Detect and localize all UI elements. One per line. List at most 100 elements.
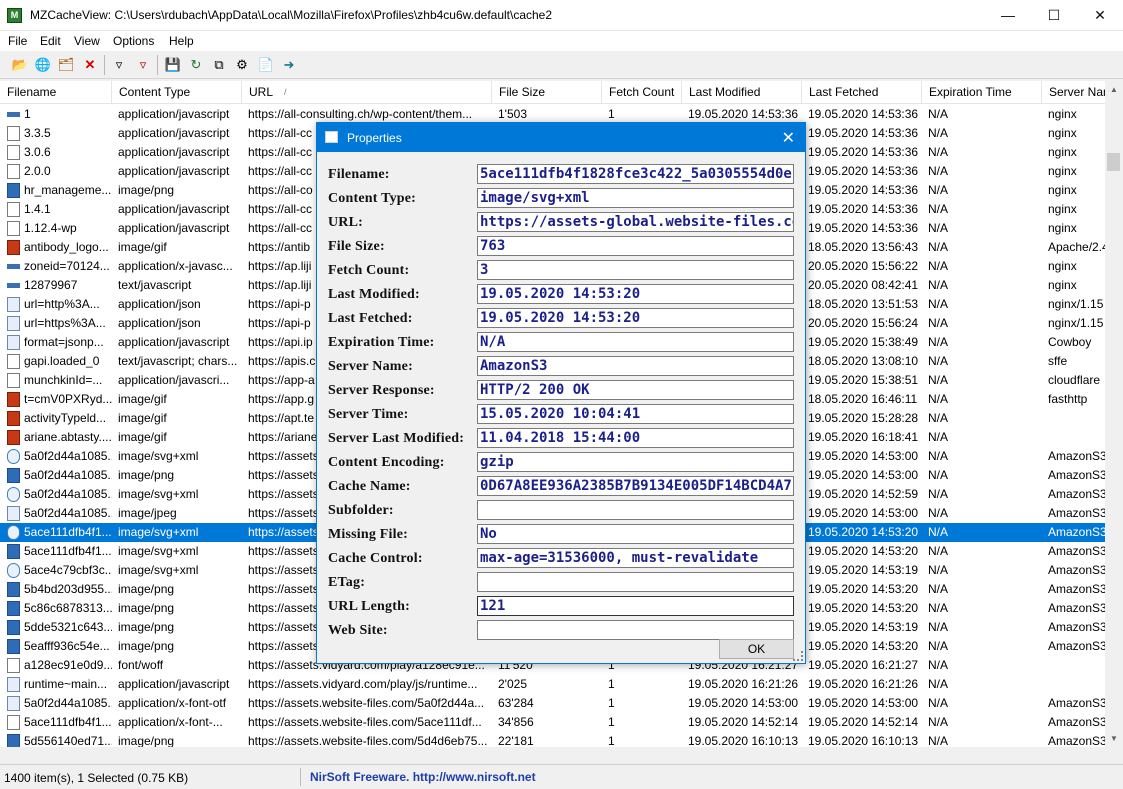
table-row[interactable]: 5d556140ed71... image/png https://assets.w…: [0, 732, 1105, 747]
property-value-field[interactable]: 11.04.2018 15:44:00: [477, 428, 794, 448]
refresh-icon[interactable]: ↻: [187, 56, 205, 74]
header-expiration-time[interactable]: Expiration Time: [922, 81, 1042, 104]
ok-button[interactable]: OK: [719, 639, 794, 659]
file-type-icon: [7, 715, 20, 730]
filter-remove-icon[interactable]: ▿: [134, 56, 152, 74]
copy-icon[interactable]: ⧉: [210, 56, 228, 74]
table-cell: 22'181: [498, 734, 534, 747]
property-value-field[interactable]: [477, 620, 794, 640]
header-last-fetched[interactable]: Last Fetched: [802, 81, 922, 104]
property-value-field[interactable]: image/svg+xml: [477, 188, 794, 208]
header-file-size[interactable]: File Size: [492, 81, 602, 104]
property-value-field[interactable]: gzip: [477, 452, 794, 472]
menu-help[interactable]: Help: [169, 34, 194, 48]
menu-file[interactable]: File: [8, 34, 27, 48]
property-value-field[interactable]: 19.05.2020 14:53:20: [477, 308, 794, 328]
folder-refresh-icon[interactable]: 🗂: [57, 56, 75, 74]
vertical-scrollbar[interactable]: ▲ ▼: [1105, 81, 1123, 747]
table-cell: application/javascript: [118, 164, 230, 178]
table-cell: AmazonS3: [1048, 601, 1105, 615]
table-cell: nginx: [1048, 126, 1077, 140]
scroll-up-icon[interactable]: ▲: [1105, 81, 1123, 98]
property-value-field[interactable]: [477, 572, 794, 592]
globe-icon[interactable]: 🌐: [34, 56, 52, 74]
scrollbar-thumb[interactable]: [1107, 153, 1120, 171]
menu-edit[interactable]: Edit: [40, 34, 61, 48]
table-cell: N/A: [928, 278, 949, 292]
property-label: Cache Name:: [328, 479, 411, 494]
property-label: Subfolder:: [328, 503, 394, 518]
table-cell: a128ec91e0d9...: [24, 658, 112, 672]
header-url[interactable]: URL /: [242, 81, 492, 104]
property-label: Cache Control:: [328, 551, 423, 566]
table-cell: 19.05.2020 14:53:00: [808, 506, 919, 520]
menu-view[interactable]: View: [74, 34, 100, 48]
table-cell: 18.05.2020 13:08:10: [808, 354, 919, 368]
table-cell: AmazonS3: [1048, 487, 1105, 501]
property-value-field[interactable]: 763: [477, 236, 794, 256]
property-value-field[interactable]: 3: [477, 260, 794, 280]
table-cell: nginx/1.15: [1048, 316, 1104, 330]
file-type-icon: [7, 582, 20, 597]
table-cell: N/A: [928, 601, 949, 615]
property-value-field[interactable]: 5ace111dfb4f1828fce3c422_5a0305554d0ef80…: [477, 164, 794, 184]
close-button[interactable]: ✕: [1077, 0, 1123, 31]
table-cell: image/gif: [118, 392, 167, 406]
table-cell: 2'025: [498, 677, 527, 691]
table-cell: N/A: [928, 449, 949, 463]
property-value-field[interactable]: max-age=31536000, must-revalidate: [477, 548, 794, 568]
table-cell: ariane.abtasty....: [24, 430, 112, 444]
horizontal-scrollbar[interactable]: [0, 747, 1105, 764]
property-value-field[interactable]: No: [477, 524, 794, 544]
table-cell: 5ace111dfb4f1...: [24, 544, 112, 558]
property-value-field[interactable]: HTTP/2 200 OK: [477, 380, 794, 400]
dialog-close-icon[interactable]: ✕: [782, 128, 795, 148]
table-cell: 1.12.4-wp: [24, 221, 77, 235]
property-value-field[interactable]: https://assets-global.website-files.com/…: [477, 212, 794, 232]
file-type-icon: [7, 283, 20, 288]
property-row: Last Fetched: 19.05.2020 14:53:20: [328, 308, 798, 328]
header-content-type[interactable]: Content Type: [112, 81, 242, 104]
header-fetch-count[interactable]: Fetch Count: [602, 81, 682, 104]
property-row: Server Name: AmazonS3: [328, 356, 798, 376]
properties-icon[interactable]: ⚙: [233, 56, 251, 74]
header-server-name[interactable]: Server Nam: [1042, 81, 1105, 104]
property-value-field[interactable]: 19.05.2020 14:53:20: [477, 284, 794, 304]
table-row[interactable]: runtime~main... application/javascript htt…: [0, 675, 1105, 694]
property-value-field[interactable]: 121: [477, 596, 794, 616]
delete-icon[interactable]: ✕: [81, 56, 99, 74]
save-icon[interactable]: 💾: [164, 56, 182, 74]
scroll-down-icon[interactable]: ▼: [1105, 730, 1123, 747]
header-filename[interactable]: Filename: [0, 81, 112, 104]
header-last-modified[interactable]: Last Modified: [682, 81, 802, 104]
property-row: Server Time: 15.05.2020 10:04:41: [328, 404, 798, 424]
open-folder-icon[interactable]: 📂: [11, 56, 29, 74]
table-row[interactable]: 5ace111dfb4f1... application/x-font-... ht…: [0, 713, 1105, 732]
file-type-icon: [7, 183, 20, 198]
table-cell: application/x-font-otf: [118, 696, 227, 710]
table-cell: image/svg+xml: [118, 487, 199, 501]
property-value-field[interactable]: N/A: [477, 332, 794, 352]
exit-icon[interactable]: ➜: [280, 56, 298, 74]
app-icon: M: [7, 8, 22, 23]
property-value-field[interactable]: AmazonS3: [477, 356, 794, 376]
minimize-button[interactable]: —: [985, 0, 1031, 31]
html-report-icon[interactable]: 📄: [257, 56, 275, 74]
table-cell: AmazonS3: [1048, 563, 1105, 577]
nirsoft-link[interactable]: NirSoft Freeware. http://www.nirsoft.net: [310, 770, 536, 784]
table-cell: 1: [608, 734, 615, 747]
property-value-field[interactable]: [477, 500, 794, 520]
resize-grip-icon[interactable]: [793, 651, 803, 661]
table-cell: 19.05.2020 16:10:13: [688, 734, 799, 747]
table-row[interactable]: 5a0f2d44a1085... application/x-font-otf ht…: [0, 694, 1105, 713]
maximize-button[interactable]: ☐: [1031, 0, 1077, 31]
header-url-label: URL: [249, 85, 274, 99]
table-cell: N/A: [928, 373, 949, 387]
filter-icon[interactable]: ▿: [110, 56, 128, 74]
property-value-field[interactable]: 15.05.2020 10:04:41: [477, 404, 794, 424]
menu-options[interactable]: Options: [113, 34, 154, 48]
table-cell: [1048, 656, 1105, 675]
property-value-field[interactable]: 0D67A8EE936A2385B7B9134E005DF14BCD4A7: [477, 476, 794, 496]
table-cell: N/A: [928, 126, 949, 140]
table-cell: 18.05.2020 13:56:43: [808, 240, 919, 254]
